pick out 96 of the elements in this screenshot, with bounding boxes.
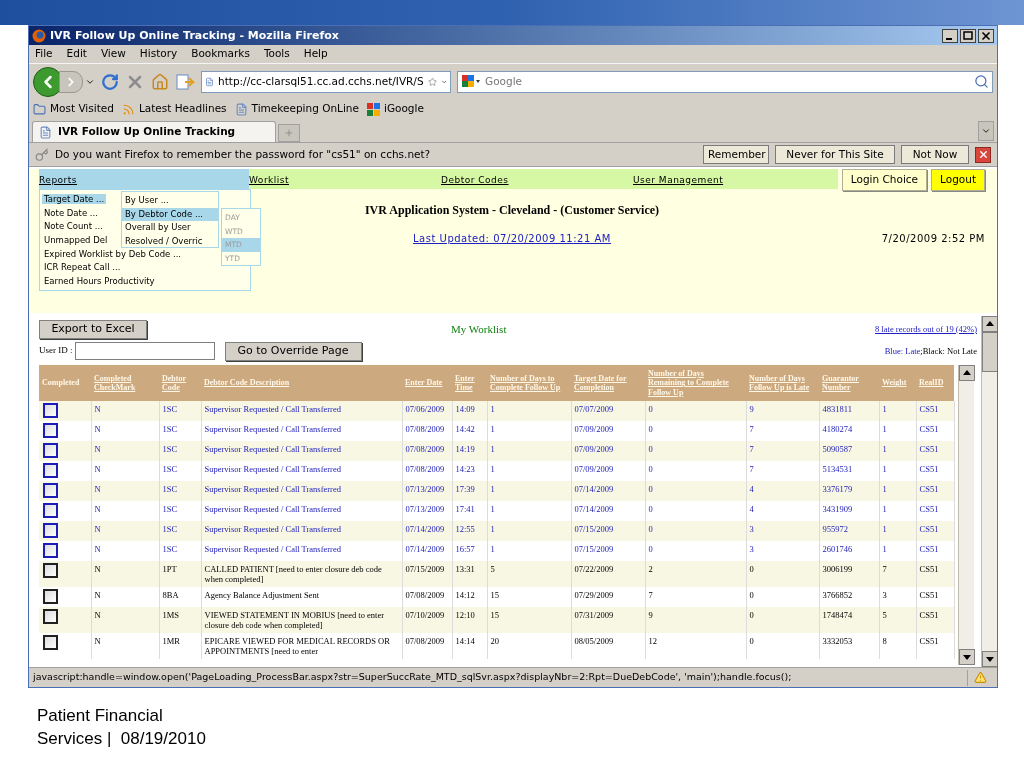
menu-item[interactable]: Help bbox=[303, 46, 328, 62]
export-button[interactable]: Export to Excel bbox=[39, 319, 147, 339]
notification-message: Do you want Firefox to remember the password for "cs51" on cchs.net? bbox=[55, 146, 431, 162]
firefox-logo-icon bbox=[32, 28, 46, 43]
menu-item[interactable]: File bbox=[35, 46, 53, 62]
maximize-icon[interactable] bbox=[960, 28, 976, 43]
footer-text: Patient Financial bbox=[37, 705, 164, 727]
close-button[interactable] bbox=[975, 146, 991, 163]
bookmark-link[interactable]: Most Visited bbox=[50, 101, 114, 117]
table-cell: CS51 bbox=[916, 633, 954, 659]
menu-item[interactable]: Tools bbox=[263, 46, 290, 62]
footer-text: Services | 08/19/2010 bbox=[37, 728, 207, 750]
plus-icon bbox=[284, 128, 294, 138]
completed-checkbox[interactable] bbox=[43, 563, 58, 578]
table-cell: 8 bbox=[879, 633, 916, 659]
close-icon bbox=[977, 149, 989, 160]
menu-item[interactable]: Edit bbox=[66, 46, 87, 62]
scrollbar[interactable] bbox=[981, 316, 997, 667]
search-icon[interactable] bbox=[974, 74, 989, 89]
grid-icon bbox=[366, 102, 380, 116]
feed-icon bbox=[121, 102, 135, 116]
menu-item[interactable]: ICR Repeat Call ... bbox=[42, 262, 123, 273]
browser-tab[interactable]: IVR Follow Up Online Tracking bbox=[32, 121, 276, 142]
bookmark-link[interactable]: Latest Headlines bbox=[138, 101, 227, 117]
completed-checkbox[interactable] bbox=[43, 635, 58, 650]
menu-item[interactable]: Earned Hours Productivity bbox=[42, 276, 157, 287]
menu-item[interactable]: View bbox=[100, 46, 126, 62]
scroll-up-icon[interactable] bbox=[958, 365, 975, 381]
table-cell: EPICARE VIEWED FOR MEDICAL RECORDS OR APPOINTMENTS [need to enter bbox=[201, 633, 402, 659]
menu-item[interactable]: Target Date ... bbox=[42, 194, 107, 204]
completed-checkbox[interactable] bbox=[43, 503, 58, 518]
completed-checkbox[interactable] bbox=[43, 463, 58, 478]
menu-item[interactable]: Overall by User bbox=[122, 221, 218, 235]
completed-checkbox[interactable] bbox=[43, 589, 58, 604]
header-button[interactable]: Login Choice bbox=[841, 169, 928, 191]
forward-button[interactable] bbox=[59, 70, 83, 93]
notification-button[interactable]: Remember bbox=[703, 145, 769, 164]
table-cell: 14:14 bbox=[452, 633, 487, 659]
menu-item[interactable]: History bbox=[139, 46, 178, 62]
search-field[interactable]: Google bbox=[457, 70, 993, 93]
table-cell: 3332053 bbox=[819, 633, 879, 659]
menu-item[interactable]: By Debtor Code ... bbox=[122, 207, 218, 221]
completed-checkbox[interactable] bbox=[43, 423, 58, 438]
user-id-label: User ID : bbox=[39, 344, 73, 358]
folder-icon bbox=[33, 102, 46, 116]
scroll-up-icon[interactable] bbox=[982, 316, 997, 332]
legend-text: ;Black: Not Late bbox=[920, 344, 977, 358]
completed-checkbox[interactable] bbox=[43, 523, 58, 538]
scrollbar[interactable] bbox=[957, 365, 974, 665]
table-cell: 1MR bbox=[159, 633, 201, 659]
menu-item[interactable]: Unmapped Del bbox=[42, 235, 110, 246]
table-cell: N bbox=[91, 633, 159, 659]
worklist-title: My Worklist bbox=[451, 321, 507, 337]
menu-item[interactable]: By User ... bbox=[122, 194, 218, 208]
user-id-input[interactable] bbox=[74, 342, 215, 360]
bookmark-link[interactable]: Timekeeping OnLine bbox=[251, 101, 359, 117]
menu-item[interactable]: Resolved / Overric bbox=[122, 234, 218, 248]
current-datetime: 7/20/2009 2:52 PM bbox=[881, 232, 985, 246]
close-icon[interactable] bbox=[978, 28, 994, 43]
late-summary-link[interactable]: 8 late records out of 19 (42%) bbox=[875, 322, 977, 336]
override-button[interactable]: Go to Override Page bbox=[224, 341, 362, 361]
nav-link[interactable]: Reports bbox=[39, 169, 249, 189]
search-placeholder: Google bbox=[485, 73, 523, 89]
page-icon bbox=[234, 102, 248, 116]
key-icon bbox=[35, 147, 49, 162]
menu-item[interactable]: Note Date ... bbox=[42, 207, 100, 218]
search-engine-icon[interactable] bbox=[461, 73, 481, 90]
scroll-down-icon[interactable] bbox=[958, 649, 975, 665]
completed-checkbox[interactable] bbox=[43, 483, 58, 498]
page-icon bbox=[39, 125, 52, 139]
notification-button[interactable]: Not Now bbox=[901, 145, 969, 164]
menu-item[interactable]: Bookmarks bbox=[191, 46, 250, 62]
completed-checkbox[interactable] bbox=[43, 543, 58, 558]
table-cell: 12 bbox=[645, 633, 746, 659]
page-title: IVR Application System - Cleveland - (Customer Service) bbox=[364, 202, 660, 219]
table-cell: 07/08/2009 bbox=[402, 633, 452, 659]
scroll-down-icon[interactable] bbox=[982, 651, 997, 667]
header-button[interactable]: Logout bbox=[931, 169, 985, 191]
table-cell: 20 bbox=[487, 633, 571, 659]
bookmark-link[interactable]: iGoogle bbox=[383, 101, 424, 117]
minimize-icon[interactable] bbox=[942, 28, 958, 43]
caret-icon bbox=[981, 126, 991, 136]
last-updated-link[interactable]: Last Updated: 07/20/2009 11:21 AM bbox=[413, 231, 611, 246]
notification-button[interactable]: Never for This Site bbox=[775, 145, 895, 164]
status-text: javascript:handle=window.open('PageLoading_ProcessBar.aspx?str=SuperSuccRate_MTD_sqlSvr.aspx?displayNbr=2:Rpt=DueDebCode', 'main');handle.focus(); bbox=[33, 670, 792, 685]
menu-item[interactable]: Expired Worklist by Deb Code ... bbox=[42, 248, 184, 259]
table-cell: 08/05/2009 bbox=[571, 633, 645, 659]
completed-checkbox[interactable] bbox=[43, 403, 58, 418]
table-cell: 0 bbox=[746, 633, 819, 659]
menu-item[interactable]: Note Count ... bbox=[42, 221, 105, 232]
completed-checkbox[interactable] bbox=[43, 609, 58, 624]
reload-icon[interactable] bbox=[101, 72, 119, 91]
url-text: http://cc-clarsql51.cc.ad.cchs.net/IVR/S bbox=[218, 73, 424, 89]
completed-checkbox[interactable] bbox=[43, 443, 58, 458]
address-field[interactable]: http://cc-clarsql51.cc.ad.cchs.net/IVR/S bbox=[201, 70, 451, 93]
window-title: IVR Follow Up Online Tracking - Mozilla Firefox bbox=[50, 30, 339, 41]
